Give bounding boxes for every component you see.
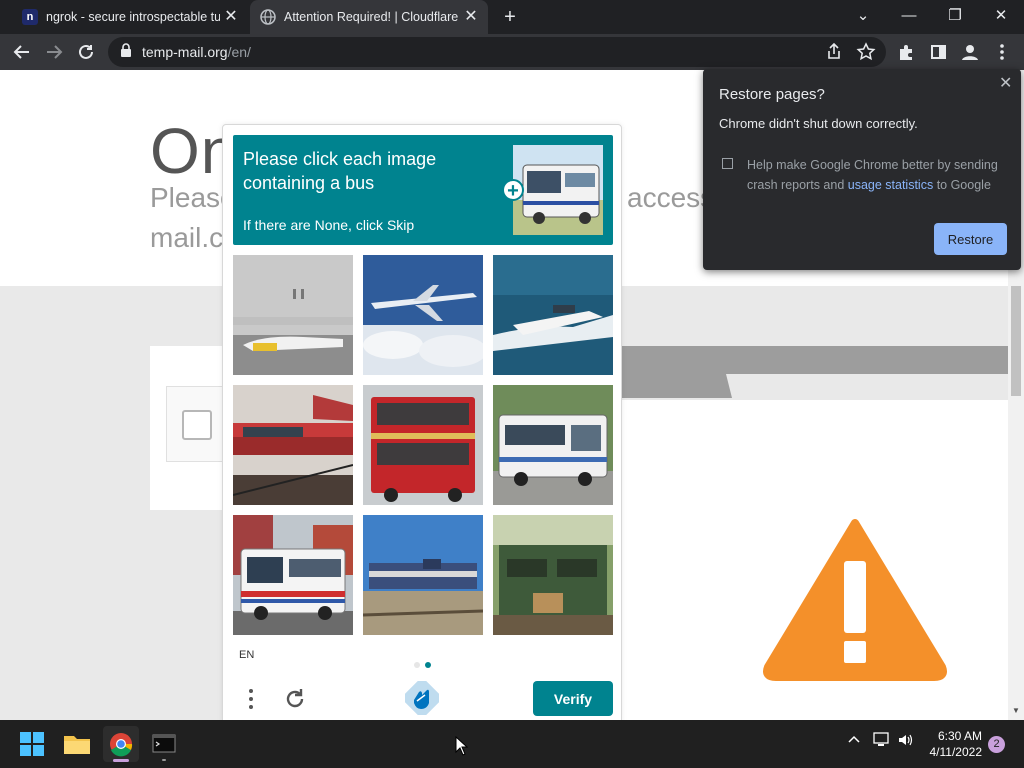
prompt-text: Please click each image containing a bus [243, 149, 437, 193]
profile-icon[interactable] [956, 38, 984, 66]
challenge-tile-7[interactable] [233, 515, 353, 635]
page-subtitle-line2: mail.c [150, 222, 224, 253]
challenge-tile-5[interactable] [363, 385, 483, 505]
menu-dots-icon[interactable] [241, 685, 261, 713]
grey-band-corner [622, 374, 732, 398]
airplane-image [363, 255, 483, 375]
tab-title: ngrok - secure introspectable tunnels [46, 10, 220, 24]
restore-window-button[interactable]: ❐ [932, 0, 978, 34]
ngrok-icon: n [22, 9, 38, 25]
restore-button[interactable]: Restore [934, 223, 1007, 255]
challenge-tile-1[interactable] [233, 255, 353, 375]
new-tab-button[interactable]: + [498, 5, 522, 29]
page-subtitle-right: access [627, 182, 715, 213]
volume-icon[interactable] [897, 732, 915, 751]
captcha-checkbox[interactable] [182, 410, 212, 440]
menu-kebab-icon[interactable] [988, 38, 1016, 66]
page-indicator [414, 655, 436, 673]
challenge-tile-2[interactable] [363, 255, 483, 375]
url-path: /en/ [227, 44, 251, 60]
windows-taskbar: 6:30 AM 4/11/2022 2 [0, 720, 1024, 768]
language-selector[interactable]: EN [239, 649, 254, 661]
challenge-tile-8[interactable] [363, 515, 483, 635]
train-image [493, 515, 613, 635]
verify-button[interactable]: Verify [533, 681, 613, 716]
expand-example-icon[interactable]: + [502, 179, 524, 201]
clock-date: 4/11/2022 [929, 745, 983, 759]
option-text-end: to Google [933, 178, 991, 192]
example-bus-image [513, 145, 603, 235]
challenge-tile-6[interactable] [493, 385, 613, 505]
network-icon[interactable] [873, 732, 891, 751]
crash-report-checkbox[interactable] [722, 158, 733, 169]
train-image [233, 385, 353, 505]
hcaptcha-challenge: Please click each image containing a bus… [222, 124, 622, 724]
start-icon[interactable] [14, 726, 50, 762]
forward-icon[interactable] [40, 38, 68, 66]
restore-pages-dialog: Restore pages? Chrome didn't shut down c… [703, 69, 1021, 270]
back-icon[interactable] [8, 38, 36, 66]
refresh-icon[interactable] [281, 685, 309, 713]
terminal-icon[interactable] [146, 726, 182, 762]
file-explorer-icon[interactable] [59, 726, 95, 762]
tab-cloudflare[interactable]: Attention Required! | Cloudflare ✕ [250, 0, 488, 34]
prompt-hint: If there are None, click Skip [243, 217, 415, 233]
usage-statistics-link[interactable]: usage statistics [848, 178, 933, 192]
globe-icon [260, 9, 276, 25]
warning-icon [763, 519, 947, 681]
boat-image [493, 255, 613, 375]
hcaptcha-logo-icon[interactable] [402, 678, 442, 718]
minimize-button[interactable]: — [886, 0, 932, 34]
close-tab-icon[interactable]: ✕ [220, 6, 242, 28]
airplane-image [233, 255, 353, 375]
taskbar-clock[interactable]: 6:30 AM 4/11/2022 [920, 728, 983, 760]
address-bar[interactable]: temp-mail.org/en/ [108, 37, 886, 67]
close-tab-icon[interactable]: ✕ [460, 6, 482, 28]
challenge-tile-4[interactable] [233, 385, 353, 505]
reload-icon[interactable] [72, 38, 100, 66]
extensions-icon[interactable] [892, 38, 920, 66]
share-icon[interactable] [820, 38, 848, 66]
tab-title: Attention Required! | Cloudflare [284, 10, 459, 24]
url-host: temp-mail.org [142, 44, 228, 60]
close-window-button[interactable]: ✕ [978, 0, 1024, 34]
side-panel-icon[interactable] [924, 38, 952, 66]
scrollbar-thumb[interactable] [1011, 286, 1021, 396]
challenge-tile-9[interactable] [493, 515, 613, 635]
page-dot-1 [414, 662, 420, 668]
browser-toolbar: temp-mail.org/en/ [0, 34, 1024, 70]
bus-image [363, 385, 483, 505]
challenge-prompt: Please click each image containing a bus… [233, 135, 613, 245]
scroll-down-icon[interactable]: ▼ [1008, 704, 1024, 718]
page-dot-2 [425, 662, 431, 668]
bus-image [493, 385, 613, 505]
mouse-cursor-icon [455, 736, 469, 756]
url-text: temp-mail.org/en/ [142, 44, 251, 60]
bus-image [233, 515, 353, 635]
tab-strip: n ngrok - secure introspectable tunnels … [0, 0, 1024, 34]
close-icon[interactable]: ✕ [999, 73, 1012, 93]
tab-search-icon[interactable]: ⌄ [840, 0, 886, 34]
dialog-title: Restore pages? [719, 86, 825, 103]
clock-time: 6:30 AM [937, 729, 982, 743]
challenge-tile-3[interactable] [493, 255, 613, 375]
lock-icon[interactable] [120, 42, 132, 62]
tab-ngrok[interactable]: n ngrok - secure introspectable tunnels … [12, 0, 248, 34]
dialog-message: Chrome didn't shut down correctly. [719, 116, 918, 131]
grey-band [622, 346, 1008, 374]
train-image [363, 515, 483, 635]
chrome-icon[interactable] [103, 726, 139, 762]
bookmark-star-icon[interactable] [852, 38, 880, 66]
crash-report-label: Help make Google Chrome better by sendin… [747, 155, 1007, 195]
show-hidden-icons[interactable] [847, 732, 861, 749]
notification-badge[interactable]: 2 [988, 736, 1005, 753]
